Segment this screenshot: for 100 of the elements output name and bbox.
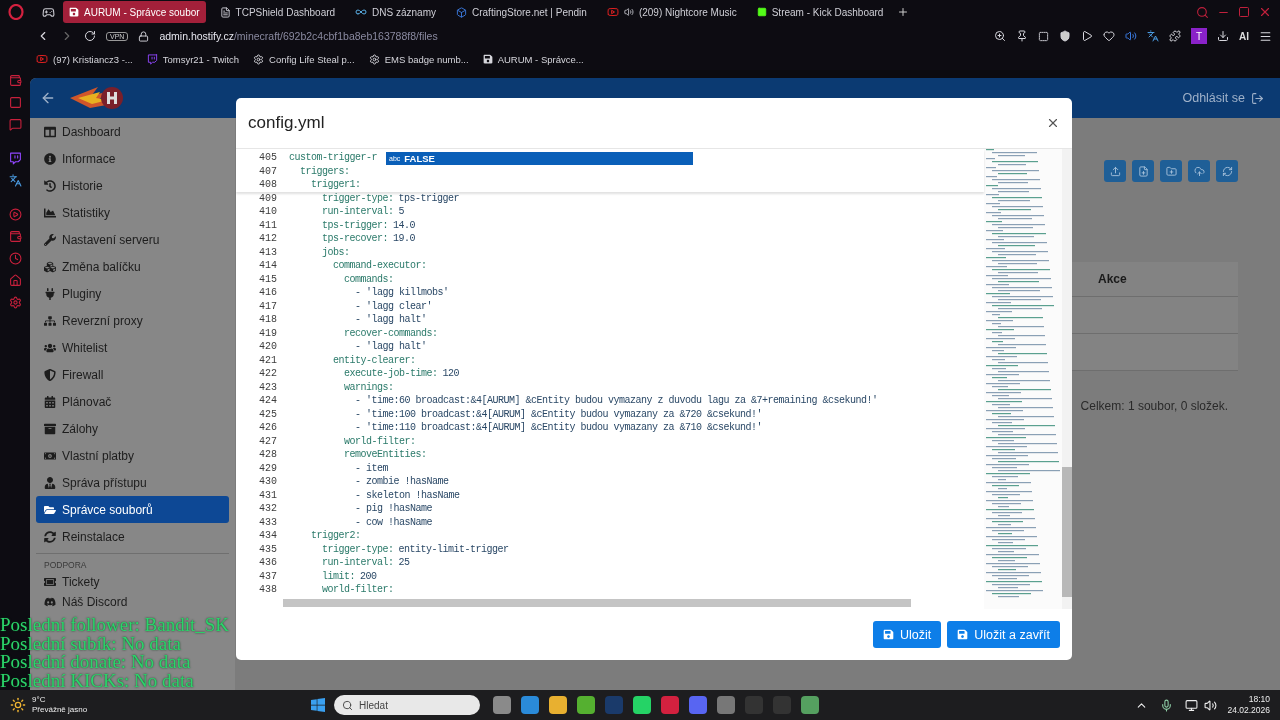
save-button[interactable]: Uložit a zavřít xyxy=(947,621,1060,648)
snapshot-icon[interactable] xyxy=(1038,30,1049,42)
reload-icon[interactable] xyxy=(84,30,96,42)
upload-button[interactable] xyxy=(1104,160,1126,182)
send-icon[interactable] xyxy=(1081,30,1093,42)
sidebar-item[interactable]: Plánovač xyxy=(36,388,229,415)
puzzle-icon[interactable] xyxy=(1169,30,1181,42)
close-button[interactable] xyxy=(1046,116,1060,130)
mic-icon[interactable] xyxy=(1160,698,1174,712)
logout-link[interactable]: Odhlásit se xyxy=(1182,91,1264,105)
ai-button[interactable]: AI xyxy=(1239,30,1249,42)
app-icon[interactable] xyxy=(577,696,595,714)
sidebar-item[interactable]: Pluginy xyxy=(36,280,229,307)
scrollbar[interactable] xyxy=(1062,467,1072,597)
settings-icon[interactable] xyxy=(8,296,22,309)
yaml-key: command-executor: xyxy=(289,260,427,272)
zoom-icon[interactable] xyxy=(994,30,1006,42)
yaml-value: 200 xyxy=(359,570,377,582)
heart-icon[interactable] xyxy=(1103,30,1115,42)
app-icon[interactable] xyxy=(521,696,539,714)
app-icon[interactable] xyxy=(717,696,735,714)
archive-icon xyxy=(44,422,56,435)
yaml-value: 5 xyxy=(397,206,405,218)
opera-logo-icon[interactable] xyxy=(8,4,24,20)
sidebar-item[interactable]: Reinstalace xyxy=(36,523,229,550)
refresh-button[interactable] xyxy=(1216,160,1238,182)
clock[interactable]: 18:10 24.02.2026 xyxy=(1227,694,1270,716)
pin-icon[interactable] xyxy=(1016,30,1028,42)
browser-tab[interactable]: Stream - Kick Dashboard xyxy=(750,1,890,23)
search-icon[interactable] xyxy=(1196,5,1209,19)
sidebar-item[interactable]: Statistiky xyxy=(36,199,229,226)
sidebar-item[interactable]: Správce souborů xyxy=(36,496,229,523)
gamepad-icon[interactable] xyxy=(42,5,55,19)
app-icon[interactable] xyxy=(689,696,707,714)
app-icon[interactable] xyxy=(801,696,819,714)
app-icon[interactable] xyxy=(549,696,567,714)
network-icon[interactable] xyxy=(1185,698,1199,712)
save-button[interactable]: Uložit xyxy=(873,621,942,648)
wallet-icon[interactable] xyxy=(8,230,22,243)
minimap-drawing[interactable] xyxy=(984,149,1062,609)
bookmark[interactable]: Config Life Steal p... xyxy=(253,53,355,65)
wrench-icon xyxy=(44,233,56,246)
close-icon[interactable] xyxy=(1258,5,1272,19)
twitch-icon[interactable] xyxy=(8,152,22,165)
sidebar-item[interactable]: Správa přístupu xyxy=(36,469,229,496)
sidebar-item[interactable]: Whitelist xyxy=(36,334,229,361)
app-icon[interactable] xyxy=(633,696,651,714)
cloud-upload-button[interactable] xyxy=(1188,160,1210,182)
bookmark[interactable]: EMS badge numb... xyxy=(368,53,469,65)
browser-tab[interactable]: CraftingStore.net | Pendin xyxy=(450,1,593,23)
browser-tab[interactable]: (209) Nightcore Music xyxy=(600,1,743,23)
bookmark[interactable]: (97) Kristiancz3 -... xyxy=(36,53,133,65)
sidebar-item[interactable]: Změna balíčku xyxy=(36,253,229,280)
browser-tab[interactable]: AURUM - Správce soubor xyxy=(63,1,206,23)
sidebar-item[interactable]: Dashboard xyxy=(36,118,229,145)
extension-badge[interactable]: T xyxy=(1191,28,1207,44)
translate-icon[interactable] xyxy=(1147,30,1159,42)
bookmark[interactable]: AURUM - Správce... xyxy=(482,53,584,65)
sidebar-item[interactable]: Nastavení serveru xyxy=(36,226,229,253)
browser-tab[interactable]: DNS záznamy xyxy=(349,1,442,23)
sidebar-item[interactable]: Náš Discord xyxy=(36,592,229,612)
volume-icon[interactable] xyxy=(1204,698,1218,712)
maximize-icon[interactable] xyxy=(1238,6,1250,18)
home-icon[interactable] xyxy=(8,274,22,287)
app-icon[interactable] xyxy=(661,696,679,714)
app-icon[interactable] xyxy=(493,696,511,714)
sidebar-item[interactable]: Reverzní proxy xyxy=(36,307,229,334)
scrollbar[interactable] xyxy=(283,599,911,607)
new-file-button[interactable] xyxy=(1132,160,1154,182)
message-icon[interactable] xyxy=(8,118,22,131)
download-icon[interactable] xyxy=(1217,30,1229,42)
video-icon xyxy=(36,53,48,65)
menu-icon[interactable] xyxy=(1259,29,1272,43)
sidebar-item[interactable]: Vlastní platby xyxy=(36,442,229,469)
new-tab-icon[interactable] xyxy=(897,6,910,18)
yaml-key: world-filter: xyxy=(289,584,394,596)
play-icon[interactable] xyxy=(8,208,22,221)
browser-tab[interactable]: TCPShield Dashboard xyxy=(213,1,342,23)
sidebar-item[interactable]: Historie xyxy=(36,172,229,199)
address-bar[interactable]: admin.hostify.cz/minecraft/692b2c4cbf1ba8eb163788f8/files xyxy=(159,30,438,42)
bookmark[interactable]: Tomsyr21 - Twitch xyxy=(146,53,240,65)
square-icon[interactable] xyxy=(8,96,22,109)
shield-icon[interactable] xyxy=(1059,30,1071,42)
new-folder-button[interactable] xyxy=(1160,160,1182,182)
clock-icon[interactable] xyxy=(8,252,22,265)
sidebar-item[interactable]: Tickety xyxy=(36,572,229,592)
wallet-icon[interactable] xyxy=(8,74,22,87)
yaml-key: world-filter: xyxy=(289,435,416,447)
yaml-value: - 'lagg clear' xyxy=(354,300,433,312)
sidebar-item[interactable]: Informace xyxy=(36,145,229,172)
start-icon[interactable] xyxy=(310,697,326,713)
sidebar-item[interactable]: Zálohy xyxy=(36,415,229,442)
refresh-icon xyxy=(1221,165,1233,177)
translate-icon[interactable] xyxy=(8,174,22,187)
cubes-icon xyxy=(44,260,56,273)
sun-icon[interactable] xyxy=(10,697,26,713)
line-number: 433 xyxy=(258,516,278,528)
speaker-icon[interactable] xyxy=(1125,30,1137,42)
taskbar-search[interactable]: Hledat xyxy=(334,695,480,715)
sidebar-item[interactable]: Firewall xyxy=(36,361,229,388)
